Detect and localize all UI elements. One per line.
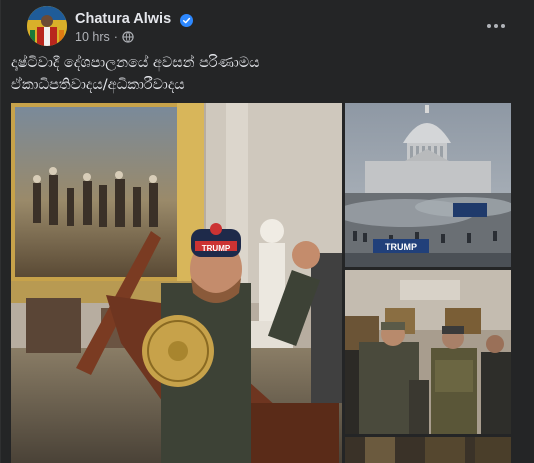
photo-grid: TRUMP TRUMP xyxy=(11,103,511,463)
more-options-button[interactable] xyxy=(480,10,512,42)
author-avatar[interactable] xyxy=(27,6,67,46)
photo-militia-group[interactable] xyxy=(345,270,511,434)
post-timestamp[interactable]: 10 hrs xyxy=(75,30,110,44)
author-name[interactable]: Chatura Alwis xyxy=(75,11,171,27)
photo-extra[interactable] xyxy=(345,437,511,463)
post-header: Chatura Alwis 10 hrs · xyxy=(27,6,520,46)
verified-badge-icon xyxy=(180,12,194,27)
banner-text: TRUMP xyxy=(385,242,417,252)
more-horizontal-icon xyxy=(487,24,505,28)
post-body: දෘෂ්ටිවාදී දේශපාලනයේ අවසන් පරිණාමය ඒකාධි… xyxy=(11,52,514,96)
meta-separator: · xyxy=(113,30,118,44)
post-text-line-1: දෘෂ්ටිවාදී දේශපාලනයේ අවසන් පරිණාමය xyxy=(11,55,260,71)
beanie-text: TRUMP xyxy=(202,244,231,253)
globe-icon[interactable] xyxy=(122,31,134,43)
photo-capitol-exterior[interactable]: TRUMP xyxy=(345,103,511,267)
post-card: Chatura Alwis 10 hrs · දෘෂ්ටිවාදී දේශපාල… xyxy=(0,0,534,463)
author-block: Chatura Alwis 10 hrs · xyxy=(75,8,194,44)
post-meta: 10 hrs · xyxy=(75,30,193,44)
photo-rotunda-lectern[interactable]: TRUMP xyxy=(11,103,342,463)
post-text-line-2: ඒකාධිපතිවාදය/අධිකාරීවාදය xyxy=(11,77,185,93)
